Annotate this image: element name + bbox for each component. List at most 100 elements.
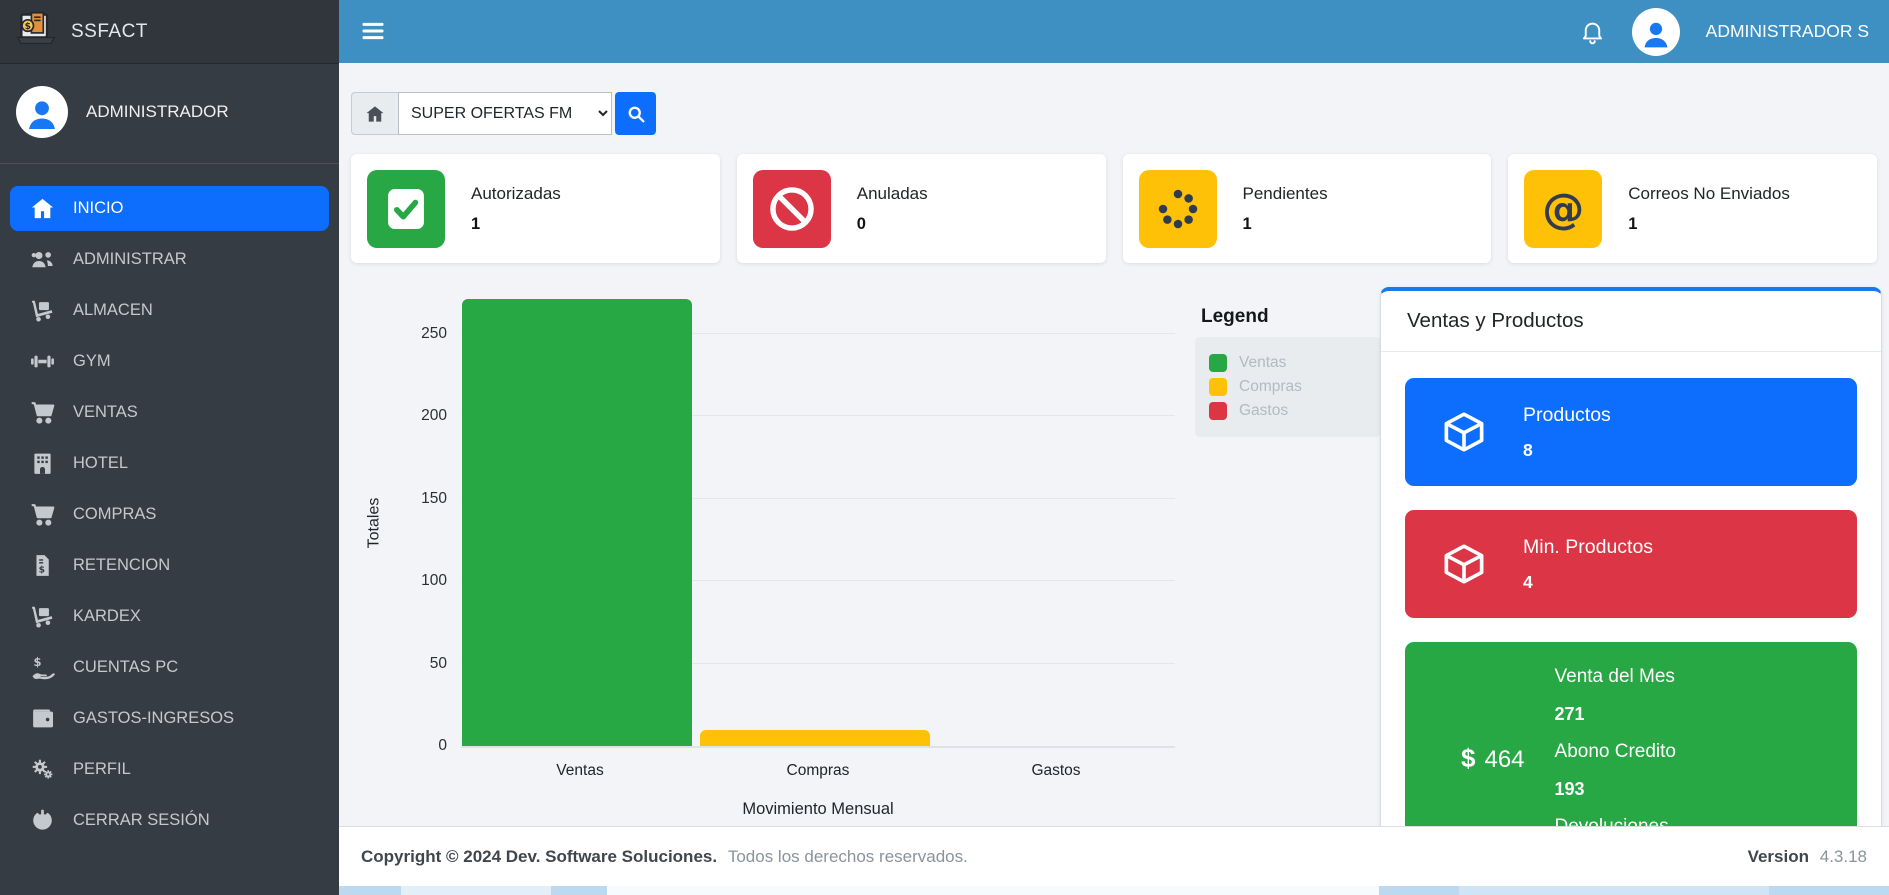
sidebar-item-ventas[interactable]: VENTAS [10, 390, 329, 435]
at-icon: @ [1524, 170, 1602, 248]
chart-x-label-compras: Compras [699, 762, 937, 780]
panel-row-value: 271 [1555, 704, 1676, 725]
sidebar: $ SSFACT ADMINISTRADOR INICIO ADMINISTRAR… [0, 0, 339, 895]
topbar-avatar[interactable] [1632, 8, 1680, 56]
chart-x-label-gastos: Gastos [937, 762, 1175, 780]
wallet-icon [28, 706, 56, 731]
sidebar-item-label: COMPRAS [73, 505, 156, 524]
users-icon [28, 247, 56, 272]
cart-icon [28, 400, 56, 425]
chart-legend-title: Legend [1201, 306, 1269, 328]
stat-label: Correos No Enviados [1628, 184, 1790, 204]
power-icon [28, 808, 56, 833]
sidebar-item-gastos-ingresos[interactable]: GASTOS-INGRESOS [10, 696, 329, 741]
stat-value: 1 [1243, 215, 1328, 234]
sidebar-user-panel: ADMINISTRADOR [0, 64, 339, 164]
legend-label: Compras [1239, 378, 1302, 396]
sidebar-item-label: GASTOS-INGRESOS [73, 709, 234, 728]
sidebar-item-kardex[interactable]: KARDEX [10, 594, 329, 639]
sidebar-toggle-button[interactable] [359, 17, 389, 47]
search-icon [626, 104, 646, 124]
user-avatar [16, 86, 68, 138]
chart-x-labels: VentasComprasGastos [461, 762, 1175, 780]
panel-card-text: Productos8 [1523, 404, 1611, 461]
notifications-bell-icon[interactable] [1579, 18, 1606, 45]
stat-text: Pendientes1 [1243, 184, 1328, 234]
chart-y-tick: 250 [397, 325, 447, 343]
stat-label: Anuladas [857, 184, 928, 204]
sidebar-item-administrar[interactable]: ADMINISTRAR [10, 237, 329, 282]
sidebar-item-label: ALMACEN [73, 301, 153, 320]
chart-y-tick: 200 [397, 407, 447, 425]
panel-card-currency: $464 [1461, 743, 1525, 774]
sidebar-item-gym[interactable]: GYM [10, 339, 329, 384]
stat-card-correos-no-enviados[interactable]: @Correos No Enviados1 [1508, 154, 1877, 263]
sidebar-menu: INICIO ADMINISTRAR ALMACEN GYM VENTAS HOTEL CO… [0, 164, 339, 843]
dolly-icon [28, 604, 56, 629]
cart-icon [28, 502, 56, 527]
topbar-user-name[interactable]: ADMINISTRADOR S [1706, 21, 1869, 42]
sidebar-item-inicio[interactable]: INICIO [10, 186, 329, 231]
home-icon [365, 104, 385, 124]
sidebar-user-name: ADMINISTRADOR [86, 102, 229, 122]
footer-version-label: Version [1748, 847, 1809, 866]
main-content: SUPER OFERTAS FM Autorizadas1Anuladas0Pe… [339, 63, 1889, 895]
panel-row-label: Abono Credito [1555, 741, 1676, 763]
home-button[interactable] [351, 92, 398, 135]
panel-card-productos[interactable]: Productos8 [1405, 378, 1857, 486]
store-toolbar: SUPER OFERTAS FM [351, 92, 656, 135]
sidebar-item-retencion[interactable]: $ RETENCION [10, 543, 329, 588]
stat-card-anuladas[interactable]: Anuladas 0 [737, 154, 1106, 263]
topbar: ADMINISTRADOR S [339, 0, 1889, 63]
stat-label: Autorizadas [471, 184, 561, 204]
chart-y-tick: 150 [397, 490, 447, 508]
sidebar-item-label: VENTAS [73, 403, 138, 422]
stat-card-autorizadas[interactable]: Autorizadas1 [351, 154, 720, 263]
sidebar-item-label: CERRAR SESIÓN [73, 811, 210, 830]
svg-text:$: $ [25, 20, 31, 31]
sidebar-item-compras[interactable]: COMPRAS [10, 492, 329, 537]
legend-entry-ventas: Ventas [1209, 354, 1367, 372]
chart-y-tick: 100 [397, 572, 447, 590]
sidebar-item-label: PERFIL [73, 760, 131, 779]
panel-card-min-productos[interactable]: Min. Productos4 [1405, 510, 1857, 618]
ban-icon [753, 170, 831, 248]
bar-compras [700, 730, 930, 746]
legend-entry-compras: Compras [1209, 378, 1367, 396]
stats-row: Autorizadas1Anuladas0Pendientes1@Correos… [351, 154, 1877, 263]
store-select[interactable]: SUPER OFERTAS FM [398, 92, 612, 135]
spinner-icon [1139, 170, 1217, 248]
taskbar-strip [339, 886, 1889, 895]
panel-card-title: Min. Productos [1523, 536, 1653, 559]
app-brand: SSFACT [71, 21, 148, 43]
sidebar-item-hotel[interactable]: HOTEL [10, 441, 329, 486]
panel-row-value: 193 [1555, 779, 1676, 800]
stat-card-pendientes[interactable]: Pendientes1 [1123, 154, 1492, 263]
gears-icon [28, 757, 56, 782]
footer-version: 4.3.18 [1820, 847, 1867, 866]
panel-row-label: Venta del Mes [1555, 666, 1676, 688]
stat-text: Anuladas 0 [857, 184, 928, 234]
svg-text:$: $ [33, 655, 41, 669]
stat-value: 0 [857, 215, 928, 234]
search-button[interactable] [615, 92, 656, 135]
chart-x-label-ventas: Ventas [461, 762, 699, 780]
footer: Copyright © 2024 Dev. Software Solucione… [339, 826, 1889, 887]
svg-text:$: $ [38, 565, 44, 576]
sidebar-item-almacen[interactable]: ALMACEN [10, 288, 329, 333]
sidebar-item-cerrar-sesion[interactable]: CERRAR SESIÓN [10, 798, 329, 843]
sidebar-item-label: ADMINISTRAR [73, 250, 187, 269]
chart-y-tick: 0 [397, 737, 447, 755]
sidebar-item-label: RETENCION [73, 556, 170, 575]
panel-card-value: 8 [1523, 440, 1611, 461]
legend-swatch [1209, 378, 1227, 396]
app-logo-icon: $ [14, 10, 58, 54]
legend-swatch [1209, 354, 1227, 372]
invoice-dollar-icon: $ [28, 553, 56, 578]
sidebar-item-perfil[interactable]: PERFIL [10, 747, 329, 792]
legend-label: Ventas [1239, 354, 1286, 372]
sidebar-item-cuentas-pc[interactable]: $CUENTAS PC [10, 645, 329, 690]
chart-y-axis-label: Totales [361, 299, 387, 746]
legend-entry-gastos: Gastos [1209, 402, 1367, 420]
panel-card-text: Min. Productos4 [1523, 536, 1653, 593]
